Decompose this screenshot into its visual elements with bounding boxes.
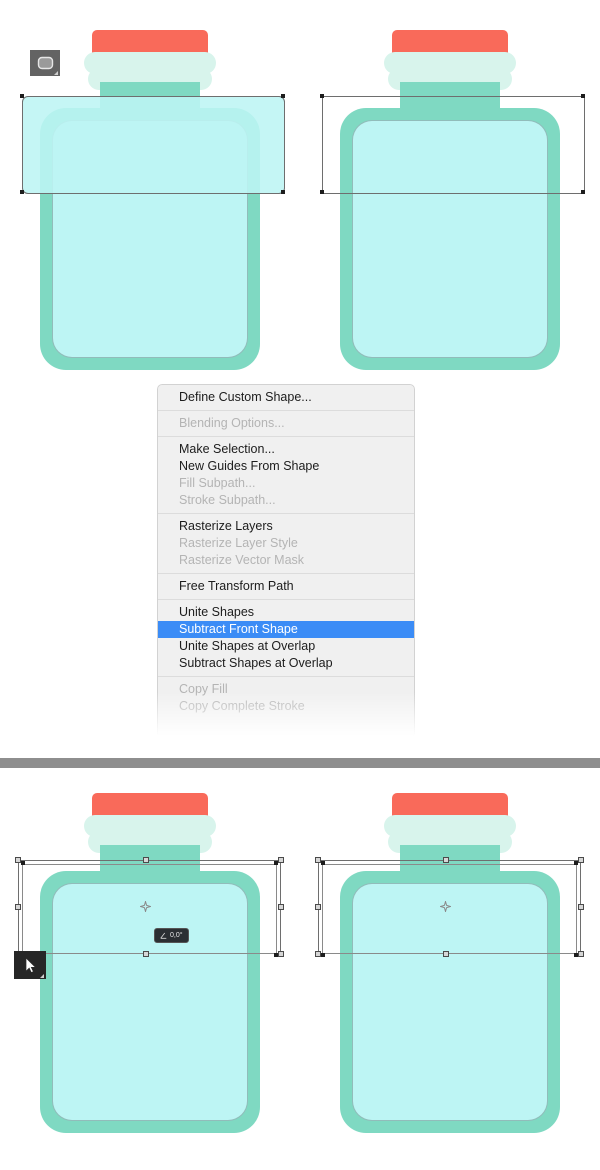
tool-flyout-corner-icon (54, 71, 58, 75)
rounded-rectangle-tool-chip[interactable] (30, 50, 60, 76)
menu-item-copy-complete-stroke: Copy Complete Stroke (179, 699, 305, 713)
menu-group: Free Transform Path (158, 574, 414, 599)
path-selection-arrow-icon (25, 956, 36, 973)
transform-handle-top-right[interactable] (578, 857, 584, 863)
path-anchor-point[interactable] (581, 94, 585, 98)
shape-context-menu[interactable]: Define Custom Shape... Blending Options..… (157, 384, 415, 738)
transform-handle-bottom-right[interactable] (578, 951, 584, 957)
canvas-stage: Define Custom Shape... Blending Options..… (0, 0, 600, 1170)
transform-handle-top-center[interactable] (443, 857, 449, 863)
menu-group: Make Selection... New Guides From Shape Fi… (158, 437, 414, 513)
menu-group: Rasterize Layers Rasterize Layer Style Ras… (158, 514, 414, 573)
jar-illustration-2 (340, 30, 560, 370)
menu-item-blending-options: Blending Options... (179, 416, 285, 430)
step-1-panel: Define Custom Shape... Blending Options..… (0, 0, 600, 758)
menu-item-rasterize-layers[interactable]: Rasterize Layers (158, 518, 414, 535)
rotation-angle-icon (160, 932, 167, 939)
path-anchor-point[interactable] (281, 190, 285, 194)
path-anchor-point[interactable] (274, 953, 278, 957)
menu-item-subtract-shapes-at-overlap[interactable]: Subtract Shapes at Overlap (158, 655, 414, 672)
transform-handle-bottom-center[interactable] (143, 951, 149, 957)
menu-item-make-selection[interactable]: Make Selection... (158, 441, 414, 458)
path-anchor-point[interactable] (321, 953, 325, 957)
jar-illustration-3 (40, 793, 260, 1133)
transform-handle-middle-right[interactable] (278, 904, 284, 910)
path-anchor-point[interactable] (21, 861, 25, 865)
path-anchor-point[interactable] (574, 953, 578, 957)
section-divider (0, 758, 600, 768)
transform-handle-top-right[interactable] (278, 857, 284, 863)
transform-handle-middle-left[interactable] (315, 904, 321, 910)
menu-group: Copy Fill Copy Complete Stroke (158, 677, 414, 719)
transform-reference-point-icon[interactable] (440, 901, 451, 912)
menu-item-unite-shapes[interactable]: Unite Shapes (158, 604, 414, 621)
path-anchor-point[interactable] (321, 861, 325, 865)
menu-item-new-guides-from-shape[interactable]: New Guides From Shape (158, 458, 414, 475)
jar-illustration-4 (340, 793, 560, 1133)
menu-item-rasterize-layer-style: Rasterize Layer Style (179, 536, 298, 550)
menu-group: Unite Shapes Subtract Front Shape Unite Sh… (158, 600, 414, 676)
transform-handle-middle-right[interactable] (578, 904, 584, 910)
shape-path-outline-2 (322, 96, 585, 194)
path-anchor-point[interactable] (274, 861, 278, 865)
menu-group: Blending Options... (158, 411, 414, 436)
path-anchor-point[interactable] (320, 190, 324, 194)
menu-item-subtract-front-shape[interactable]: Subtract Front Shape (158, 621, 414, 638)
path-anchor-point[interactable] (20, 190, 24, 194)
rounded-rectangle-icon (37, 56, 53, 70)
jar-illustration-1 (40, 30, 260, 370)
menu-item-free-transform-path[interactable]: Free Transform Path (158, 578, 414, 595)
path-anchor-point[interactable] (574, 861, 578, 865)
menu-group: Define Custom Shape... (158, 385, 414, 410)
menu-item-rasterize-vector-mask: Rasterize Vector Mask (179, 553, 305, 567)
path-selection-tool-chip[interactable] (14, 951, 46, 979)
path-anchor-point[interactable] (581, 190, 585, 194)
transform-handle-top-center[interactable] (143, 857, 149, 863)
path-anchor-point[interactable] (20, 94, 24, 98)
menu-item-define-custom-shape[interactable]: Define Custom Shape... (158, 389, 414, 406)
menu-item-fill-subpath: Fill Subpath... (179, 476, 256, 490)
transform-handle-bottom-center[interactable] (443, 951, 449, 957)
tool-flyout-corner-icon (40, 974, 44, 978)
menu-item-stroke-subpath: Stroke Subpath... (179, 493, 276, 507)
rotation-angle-value: 0,0° (170, 932, 183, 939)
rotation-angle-badge: 0,0° (154, 928, 189, 943)
step-2-panel: 0,0° (0, 768, 600, 1170)
path-anchor-point[interactable] (320, 94, 324, 98)
transform-handle-bottom-right[interactable] (278, 951, 284, 957)
menu-item-copy-fill: Copy Fill (179, 682, 228, 696)
path-anchor-point[interactable] (281, 94, 285, 98)
transform-handle-middle-left[interactable] (15, 904, 21, 910)
transform-reference-point-icon[interactable] (140, 901, 151, 912)
shape-path-outline-1 (22, 96, 285, 194)
menu-item-unite-shapes-at-overlap[interactable]: Unite Shapes at Overlap (158, 638, 414, 655)
